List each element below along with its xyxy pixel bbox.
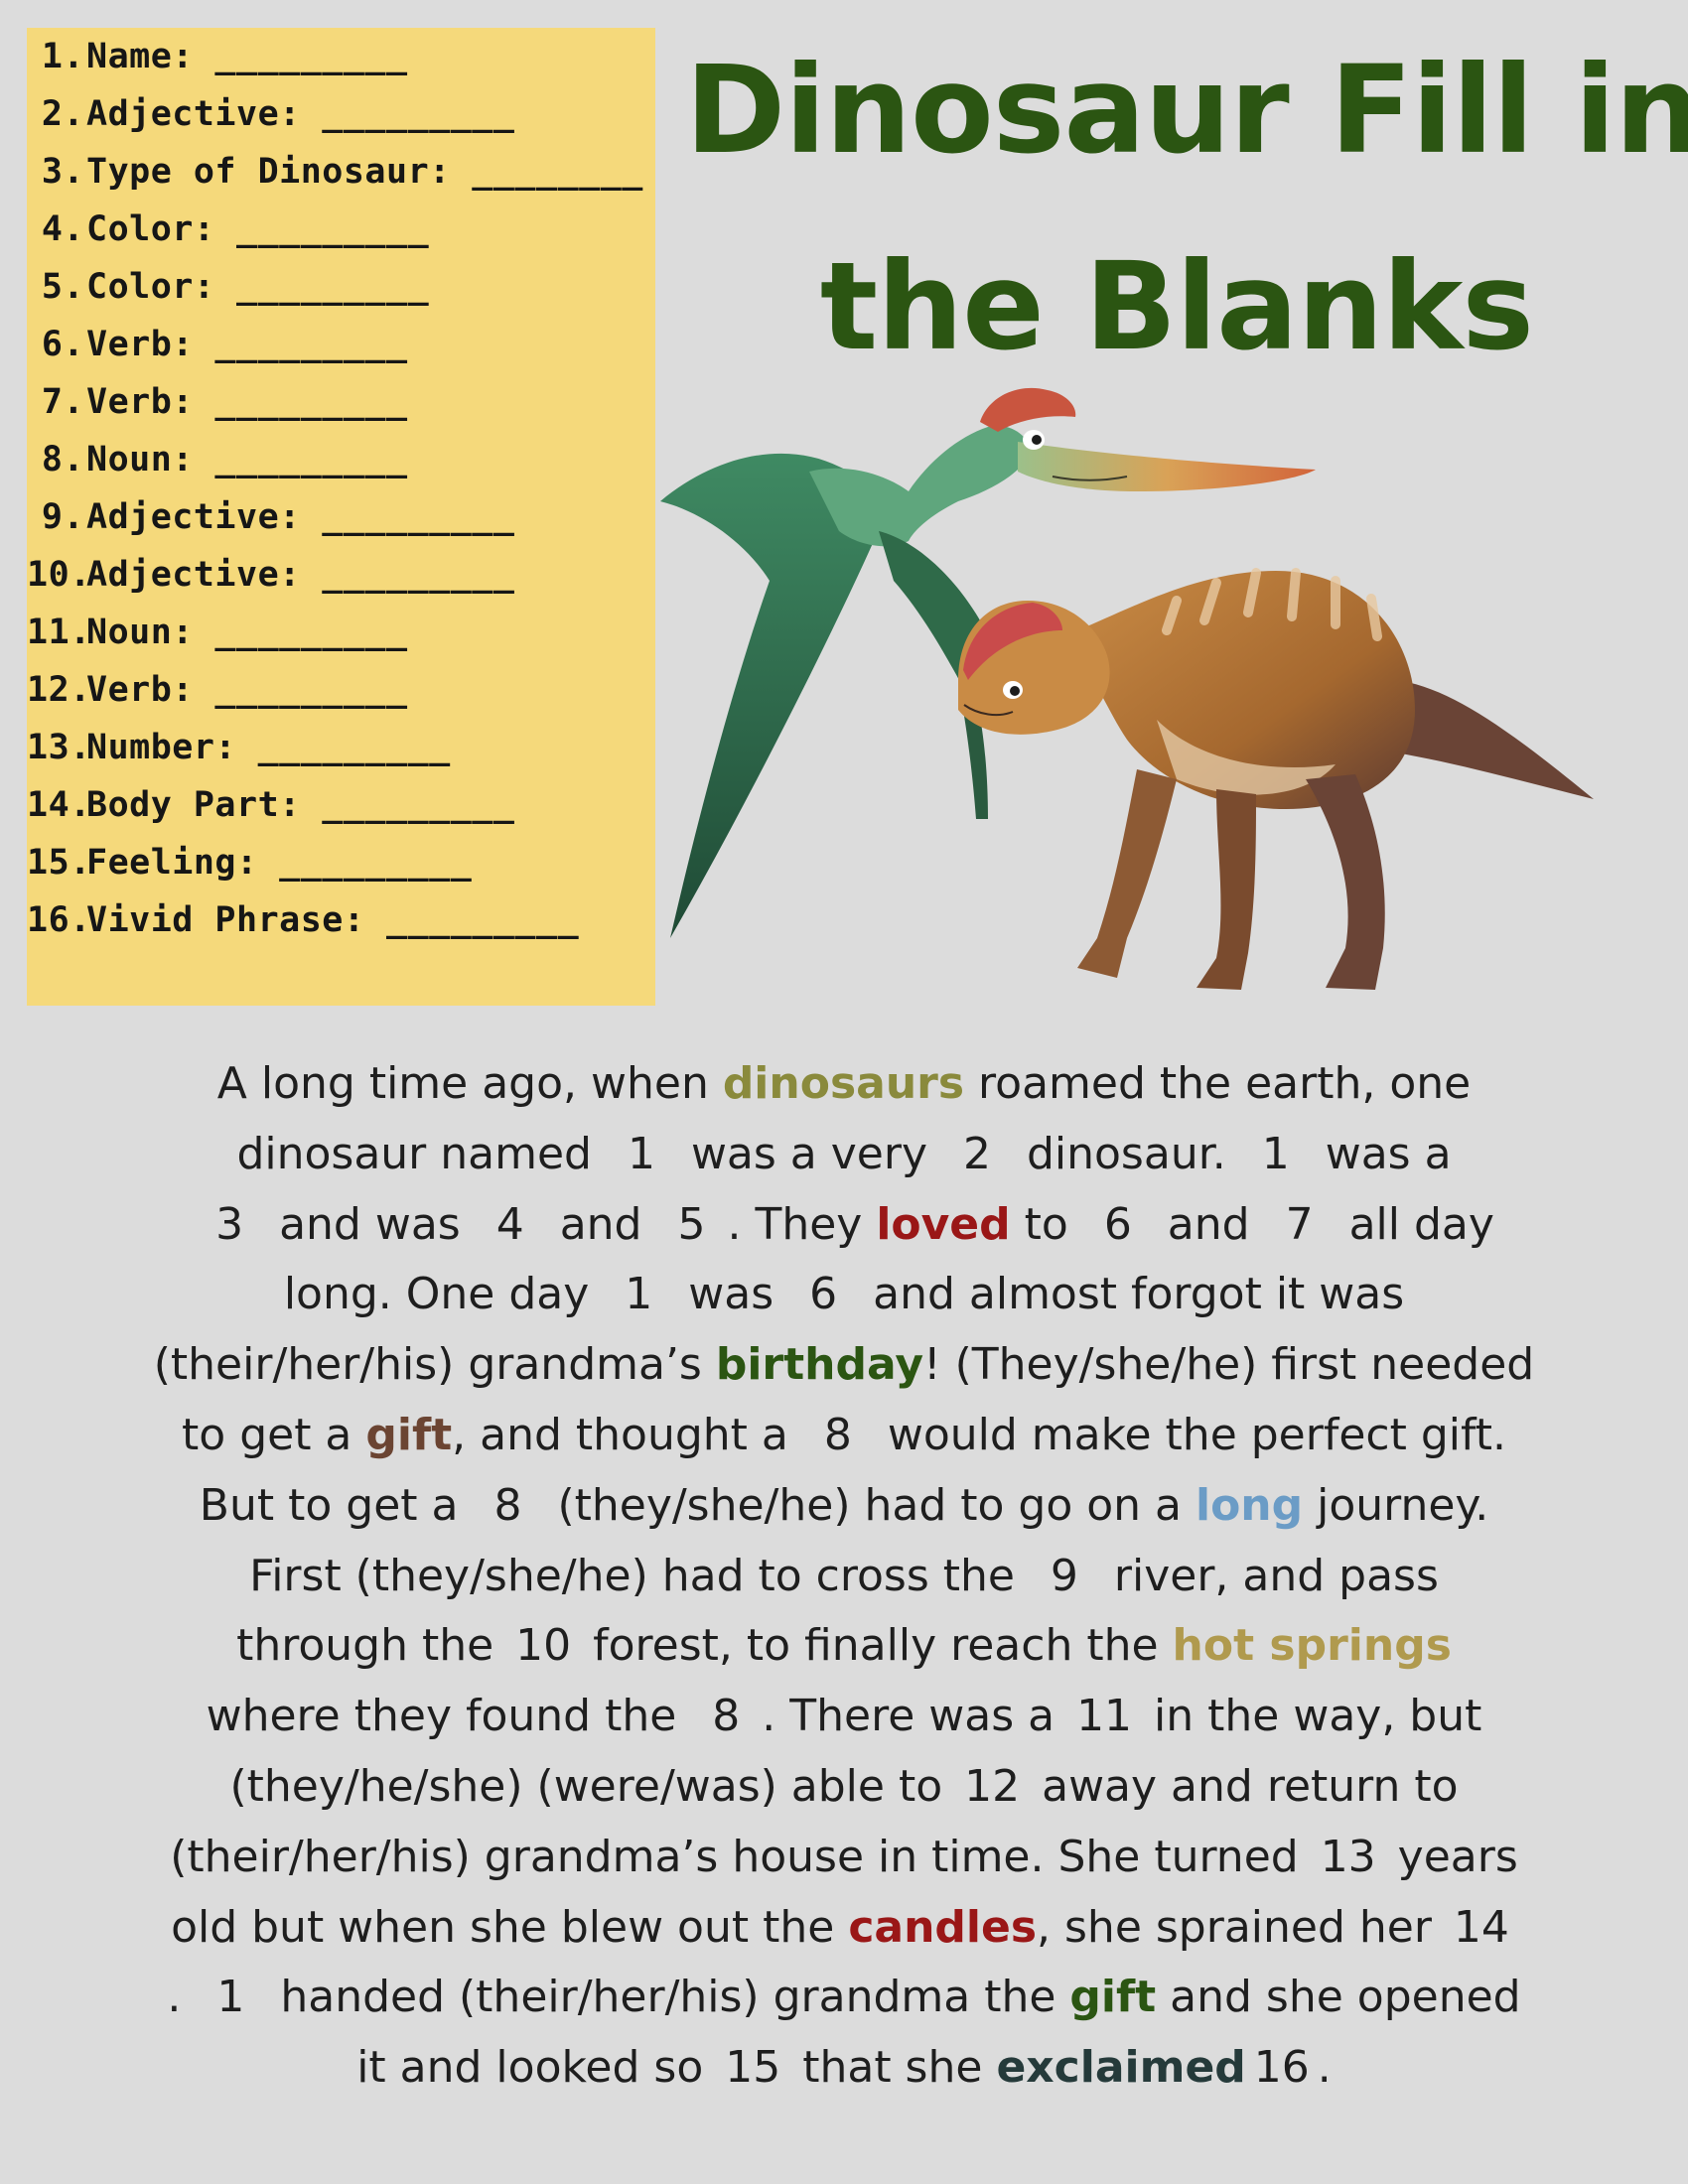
story-line: But to get a 8 (they/she/he) had to go o… bbox=[109, 1471, 1579, 1542]
word-list-item: 6.Verb: _________ bbox=[41, 325, 408, 364]
highlight-word: gift bbox=[1069, 1972, 1157, 2023]
blank-number: 6 bbox=[809, 1269, 838, 1320]
story-line: through the 10 forest, to finally reach … bbox=[109, 1611, 1579, 1682]
story-line: long. One day 1 was 6 and almost forgot … bbox=[109, 1260, 1579, 1330]
blank-number: 12 bbox=[964, 1760, 1021, 1812]
story-line: to get a gift, and thought a 8 would mak… bbox=[109, 1401, 1579, 1471]
blank-number: 8 bbox=[712, 1691, 741, 1742]
word-list-item: 16.Vivid Phrase: _________ bbox=[27, 900, 580, 940]
blank-number: 1 bbox=[625, 1269, 653, 1320]
blank-number: 1 bbox=[1261, 1128, 1290, 1179]
word-list-item: 11.Noun: _________ bbox=[27, 613, 408, 652]
blank-number: 15 bbox=[725, 2042, 781, 2094]
blank-number: 5 bbox=[677, 1198, 706, 1250]
story-line: old but when she blew out the candles, s… bbox=[109, 1893, 1579, 1964]
blank-number: 7 bbox=[1285, 1198, 1314, 1250]
word-list-item: 5.Color: _________ bbox=[41, 267, 430, 307]
blank-number: 2 bbox=[962, 1128, 991, 1179]
blank-number: 14 bbox=[1453, 1901, 1509, 1953]
story-line: A long time ago, when dinosaurs roamed t… bbox=[216, 1058, 1472, 1109]
word-list-item: 2.Adjective: _________ bbox=[41, 94, 515, 134]
story-line: 3 and was 4 and 5. They loved to 6 and 7… bbox=[109, 1190, 1579, 1261]
blank-number: 1 bbox=[216, 1972, 245, 2023]
blank-number: 8 bbox=[493, 1479, 522, 1531]
dinosaur-illustration bbox=[660, 387, 1594, 990]
word-list-item: 7.Verb: _________ bbox=[41, 382, 408, 422]
hadrosaur-icon bbox=[958, 568, 1594, 990]
story-line: it and looked so 15 that she exclaimed 16… bbox=[109, 2033, 1579, 2104]
word-list-item: 10.Adjective: _________ bbox=[27, 555, 515, 595]
highlight-word: long bbox=[1196, 1479, 1304, 1531]
word-list-item: 8.Noun: _________ bbox=[41, 440, 408, 479]
blank-number: 13 bbox=[1320, 1831, 1376, 1882]
blank-number: 9 bbox=[1050, 1550, 1078, 1601]
word-list-item: 12.Verb: _________ bbox=[27, 670, 408, 710]
highlight-word: loved bbox=[876, 1198, 1011, 1250]
title-line-1: Dinosaur Fill in bbox=[685, 40, 1688, 181]
page-title: Dinosaur Fill in the Blanks bbox=[685, 12, 1688, 405]
word-list-item: 3.Type of Dinosaur: ________ bbox=[41, 152, 643, 192]
story-line: First (they/she/he) had to cross the 9 r… bbox=[109, 1542, 1579, 1612]
story-line: (their/her/his) grandma’s house in time.… bbox=[109, 1823, 1579, 1893]
highlight-word: dinosaurs bbox=[722, 1058, 965, 1109]
blank-number: 6 bbox=[1103, 1198, 1132, 1250]
blank-number: 1 bbox=[627, 1128, 655, 1179]
story-line: dinosaur named 1 was a very 2 dinosaur. … bbox=[109, 1120, 1579, 1190]
blank-number: 11 bbox=[1076, 1691, 1133, 1742]
blank-number: 4 bbox=[495, 1198, 524, 1250]
word-list-item: 15.Feeling: _________ bbox=[27, 843, 473, 883]
blank-number: 3 bbox=[215, 1198, 244, 1250]
word-list-item: 13.Number: _________ bbox=[27, 728, 451, 767]
title-line-2: the Blanks bbox=[819, 236, 1534, 377]
blank-number: 8 bbox=[823, 1409, 852, 1460]
highlight-word: exclaimed bbox=[996, 2042, 1246, 2094]
word-list-item: 1.Name: _________ bbox=[41, 37, 408, 76]
story-line: . 1 handed (their/her/his) grandma the g… bbox=[109, 1963, 1579, 2033]
story-text: A long time ago, when dinosaurs roamed t… bbox=[109, 1049, 1579, 2104]
blank-number: 10 bbox=[515, 1620, 572, 1672]
word-list-item: 14.Body Part: _________ bbox=[27, 785, 515, 825]
blank-number: 16 bbox=[1253, 2042, 1310, 2094]
highlight-word: candles bbox=[848, 1901, 1038, 1953]
story-line: where they found the 8. There was a 11 i… bbox=[109, 1682, 1579, 1752]
word-list-panel: 1.Name: _________ 2.Adjective: _________… bbox=[27, 28, 655, 1006]
highlight-word: birthday bbox=[715, 1339, 923, 1391]
word-list-item: 4.Color: _________ bbox=[41, 209, 430, 249]
highlight-word: hot springs bbox=[1172, 1620, 1452, 1672]
word-list-item: 9.Adjective: _________ bbox=[41, 497, 515, 537]
story-line: (they/he/she) (were/was) able to 12 away… bbox=[109, 1752, 1579, 1823]
story-line: (their/her/his) grandma’s birthday! (The… bbox=[153, 1339, 1535, 1391]
highlight-word: gift bbox=[365, 1409, 453, 1460]
